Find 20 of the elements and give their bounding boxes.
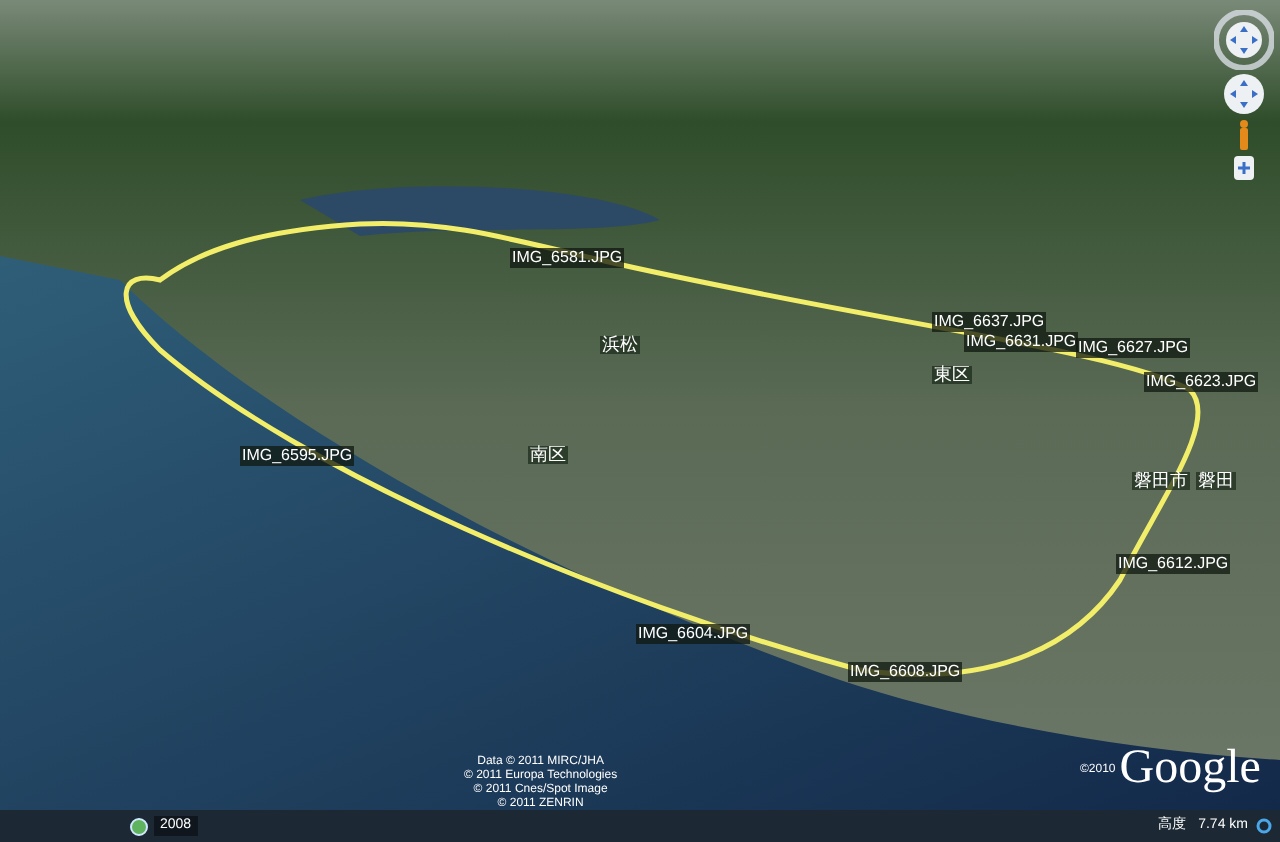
place-label: 浜松 <box>600 336 640 354</box>
zoom-slider-icon[interactable] <box>1234 156 1254 180</box>
photo-placemark-label[interactable]: IMG_6631.JPG <box>964 332 1079 352</box>
photo-placemark-label[interactable]: IMG_6627.JPG <box>1076 338 1191 358</box>
photo-placemark-label[interactable]: IMG_6623.JPG <box>1144 372 1259 392</box>
photo-placemark-label[interactable]: IMG_6595.JPG <box>240 446 355 466</box>
photo-placemark-label[interactable]: IMG_6608.JPG <box>848 662 963 682</box>
photo-placemark-label[interactable]: IMG_6581.JPG <box>510 248 625 268</box>
navigation-ring-icon[interactable] <box>1214 10 1274 70</box>
pan-control-icon[interactable] <box>1224 74 1264 114</box>
photo-placemark-label[interactable]: IMG_6612.JPG <box>1116 554 1231 574</box>
place-label: 南区 <box>528 446 568 464</box>
photo-placemark-label[interactable]: IMG_6604.JPG <box>636 624 751 644</box>
photo-placemark-label[interactable]: IMG_6637.JPG <box>932 312 1047 332</box>
place-label: 磐田 <box>1196 472 1236 490</box>
google-logo: Google <box>1119 744 1261 792</box>
status-circle-icon <box>1256 818 1272 834</box>
place-label: 磐田市 <box>1132 472 1190 490</box>
pegman-icon[interactable] <box>1238 120 1250 150</box>
place-label: 東区 <box>932 366 972 384</box>
